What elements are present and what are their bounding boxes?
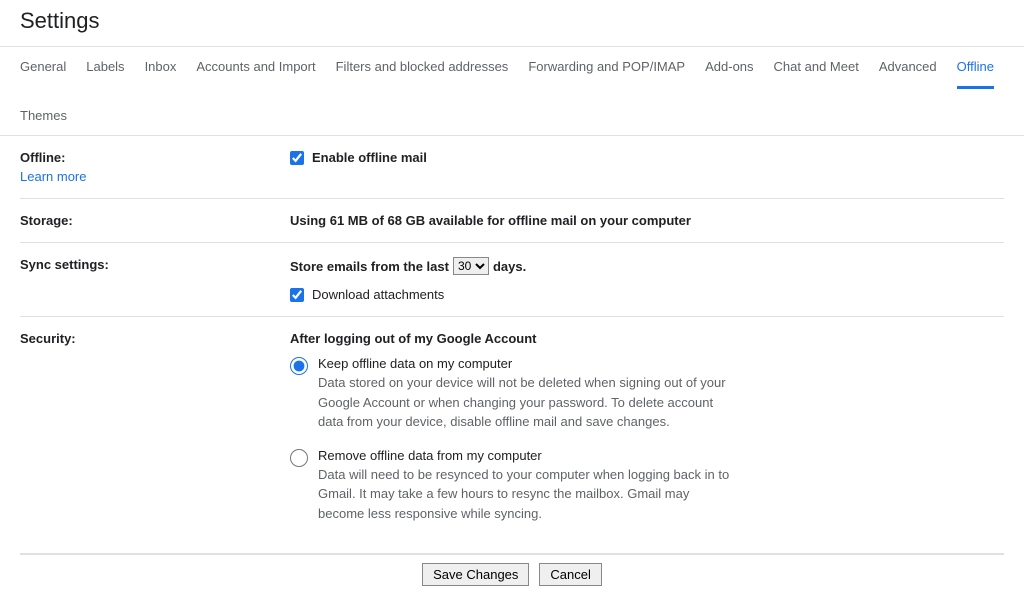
radio-group-keep: Keep offline data on my computer Data st…: [290, 356, 1004, 432]
tab-themes[interactable]: Themes: [20, 108, 67, 135]
radio-group-remove: Remove offline data from my computer Dat…: [290, 448, 1004, 524]
cancel-button[interactable]: Cancel: [539, 563, 601, 586]
enable-offline-checkbox[interactable]: [290, 151, 304, 165]
security-heading: After logging out of my Google Account: [290, 331, 1004, 346]
page-title: Settings: [0, 0, 1024, 46]
storage-label: Storage:: [20, 213, 290, 228]
tab-addons[interactable]: Add-ons: [705, 59, 753, 88]
settings-tabs: General Labels Inbox Accounts and Import…: [0, 47, 1024, 136]
sync-days-select[interactable]: 30: [453, 257, 489, 275]
row-sync: Sync settings: Store emails from the las…: [20, 243, 1004, 317]
security-label: Security:: [20, 331, 290, 539]
keep-data-radio[interactable]: [290, 357, 308, 375]
download-attachments-label: Download attachments: [312, 287, 444, 302]
tab-inbox[interactable]: Inbox: [145, 59, 177, 88]
offline-label-cell: Offline: Learn more: [20, 150, 290, 184]
settings-body: Offline: Learn more Enable offline mail …: [0, 136, 1024, 600]
tab-advanced[interactable]: Advanced: [879, 59, 937, 88]
tab-forwarding[interactable]: Forwarding and POP/IMAP: [528, 59, 685, 88]
actions-bar: Save Changes Cancel: [20, 554, 1004, 600]
tab-general[interactable]: General: [20, 59, 66, 88]
storage-text: Using 61 MB of 68 GB available for offli…: [290, 213, 691, 228]
tab-accounts[interactable]: Accounts and Import: [196, 59, 315, 88]
row-storage: Storage: Using 61 MB of 68 GB available …: [20, 199, 1004, 243]
remove-data-desc: Data will need to be resynced to your co…: [318, 465, 738, 524]
tab-filters[interactable]: Filters and blocked addresses: [336, 59, 509, 88]
remove-data-radio[interactable]: [290, 449, 308, 467]
tab-chat[interactable]: Chat and Meet: [774, 59, 859, 88]
learn-more-link[interactable]: Learn more: [20, 169, 290, 184]
sync-label: Sync settings:: [20, 257, 290, 302]
keep-data-title: Keep offline data on my computer: [318, 356, 738, 371]
save-button[interactable]: Save Changes: [422, 563, 529, 586]
row-security: Security: After logging out of my Google…: [20, 317, 1004, 554]
sync-prefix: Store emails from the last: [290, 259, 449, 274]
download-attachments-checkbox[interactable]: [290, 288, 304, 302]
keep-data-desc: Data stored on your device will not be d…: [318, 373, 738, 432]
remove-data-title: Remove offline data from my computer: [318, 448, 738, 463]
offline-label: Offline:: [20, 150, 66, 165]
tab-offline[interactable]: Offline: [957, 59, 994, 89]
tab-labels[interactable]: Labels: [86, 59, 124, 88]
row-offline: Offline: Learn more Enable offline mail: [20, 136, 1004, 199]
sync-suffix: days.: [493, 259, 526, 274]
enable-offline-label: Enable offline mail: [312, 150, 427, 165]
